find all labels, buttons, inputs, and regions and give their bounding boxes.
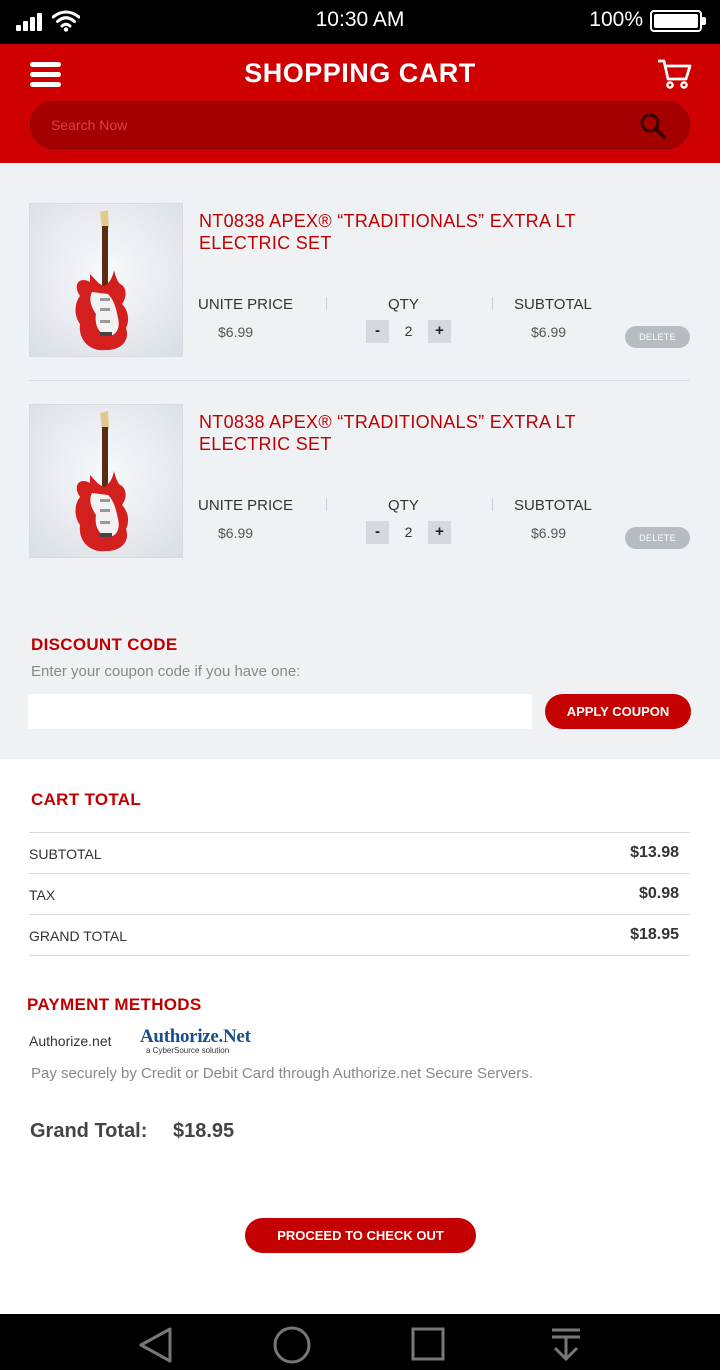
logo-text: Authorize.Net bbox=[140, 1026, 251, 1047]
battery-percent: 100% bbox=[589, 8, 643, 31]
notifications-down-icon[interactable] bbox=[549, 1326, 583, 1362]
payment-description: Pay securely by Credit or Debit Card thr… bbox=[31, 1065, 533, 1082]
grand-total-row-value: $18.95 bbox=[630, 926, 679, 943]
column-divider bbox=[326, 297, 327, 310]
quantity-stepper: - 2 + bbox=[366, 320, 451, 343]
qty-label: QTY bbox=[388, 497, 419, 514]
product-name[interactable]: NT0838 APEX® “TRADITIONALS” EXTRA LT ELE… bbox=[199, 210, 619, 254]
subtotal-row-value: $13.98 bbox=[630, 844, 679, 861]
search-input[interactable] bbox=[51, 102, 631, 148]
search-icon[interactable] bbox=[639, 112, 667, 140]
subtotal-value: $6.99 bbox=[531, 525, 567, 541]
guitar-image bbox=[75, 210, 129, 351]
grand-total-label: Grand Total: bbox=[30, 1120, 148, 1142]
tax-row-label: TAX bbox=[29, 887, 56, 903]
cart-item: NT0838 APEX® “TRADITIONALS” EXTRA LT ELE… bbox=[29, 203, 690, 358]
item-divider bbox=[29, 380, 690, 381]
divider bbox=[29, 955, 690, 956]
decrease-qty-button[interactable]: - bbox=[366, 521, 389, 544]
increase-qty-button[interactable]: + bbox=[428, 320, 451, 343]
cart-section: NT0838 APEX® “TRADITIONALS” EXTRA LT ELE… bbox=[0, 163, 720, 759]
discount-hint: Enter your coupon code if you have one: bbox=[31, 663, 301, 680]
increase-qty-button[interactable]: + bbox=[428, 521, 451, 544]
quantity-stepper: - 2 + bbox=[366, 521, 451, 544]
search-bar bbox=[30, 101, 690, 149]
unit-price-value: $6.99 bbox=[218, 525, 254, 541]
delete-button[interactable]: DELETE bbox=[625, 527, 690, 549]
column-divider bbox=[492, 297, 493, 310]
page-title: SHOPPING CART bbox=[244, 58, 476, 88]
subtotal-row-label: SUBTOTAL bbox=[29, 846, 102, 862]
authorize-net-logo: Authorize.Net a CyberSource solution bbox=[140, 1026, 251, 1058]
subtotal-row: SUBTOTAL $13.98 bbox=[29, 832, 690, 873]
unit-price-value: $6.99 bbox=[218, 324, 254, 340]
battery-icon bbox=[650, 10, 706, 32]
coupon-input[interactable] bbox=[28, 694, 532, 729]
cart-total-title: CART TOTAL bbox=[31, 790, 142, 809]
status-bar: 10:30 AM 100% bbox=[0, 0, 720, 44]
product-image[interactable] bbox=[29, 203, 183, 357]
recents-icon[interactable] bbox=[410, 1326, 446, 1362]
product-name[interactable]: NT0838 APEX® “TRADITIONALS” EXTRA LT ELE… bbox=[199, 411, 619, 455]
decrease-qty-button[interactable]: - bbox=[366, 320, 389, 343]
cart-icon[interactable] bbox=[658, 58, 692, 90]
qty-value[interactable]: 2 bbox=[389, 521, 428, 544]
tax-row: TAX $0.98 bbox=[29, 873, 690, 914]
subtotal-label: SUBTOTAL bbox=[514, 296, 592, 313]
subtotal-label: SUBTOTAL bbox=[514, 497, 592, 514]
payment-methods-title: PAYMENT METHODS bbox=[27, 995, 202, 1014]
back-icon[interactable] bbox=[137, 1326, 175, 1364]
delete-button[interactable]: DELETE bbox=[625, 326, 690, 348]
grand-total-row-label: GRAND TOTAL bbox=[29, 928, 128, 944]
column-divider bbox=[326, 498, 327, 511]
qty-label: QTY bbox=[388, 296, 419, 313]
product-image[interactable] bbox=[29, 404, 183, 558]
system-nav-bar bbox=[0, 1314, 720, 1370]
apply-coupon-button[interactable]: APPLY COUPON bbox=[545, 694, 691, 729]
qty-value[interactable]: 2 bbox=[389, 320, 428, 343]
column-divider bbox=[492, 498, 493, 511]
grand-total-row: GRAND TOTAL $18.95 bbox=[29, 914, 690, 955]
logo-subtext: a CyberSource solution bbox=[146, 1046, 230, 1055]
guitar-image bbox=[75, 411, 129, 552]
checkout-button[interactable]: PROCEED TO CHECK OUT bbox=[245, 1218, 476, 1253]
tax-row-value: $0.98 bbox=[638, 885, 679, 902]
payment-method-name[interactable]: Authorize.net bbox=[29, 1033, 112, 1049]
unit-price-label: UNITE PRICE bbox=[198, 497, 294, 514]
home-icon[interactable] bbox=[272, 1326, 312, 1366]
app-header: SHOPPING CART bbox=[0, 44, 720, 163]
unit-price-label: UNITE PRICE bbox=[198, 296, 294, 313]
subtotal-value: $6.99 bbox=[531, 324, 567, 340]
cart-item: NT0838 APEX® “TRADITIONALS” EXTRA LT ELE… bbox=[29, 404, 690, 559]
discount-title: DISCOUNT CODE bbox=[31, 635, 178, 654]
grand-total-value: $18.95 bbox=[173, 1120, 235, 1142]
